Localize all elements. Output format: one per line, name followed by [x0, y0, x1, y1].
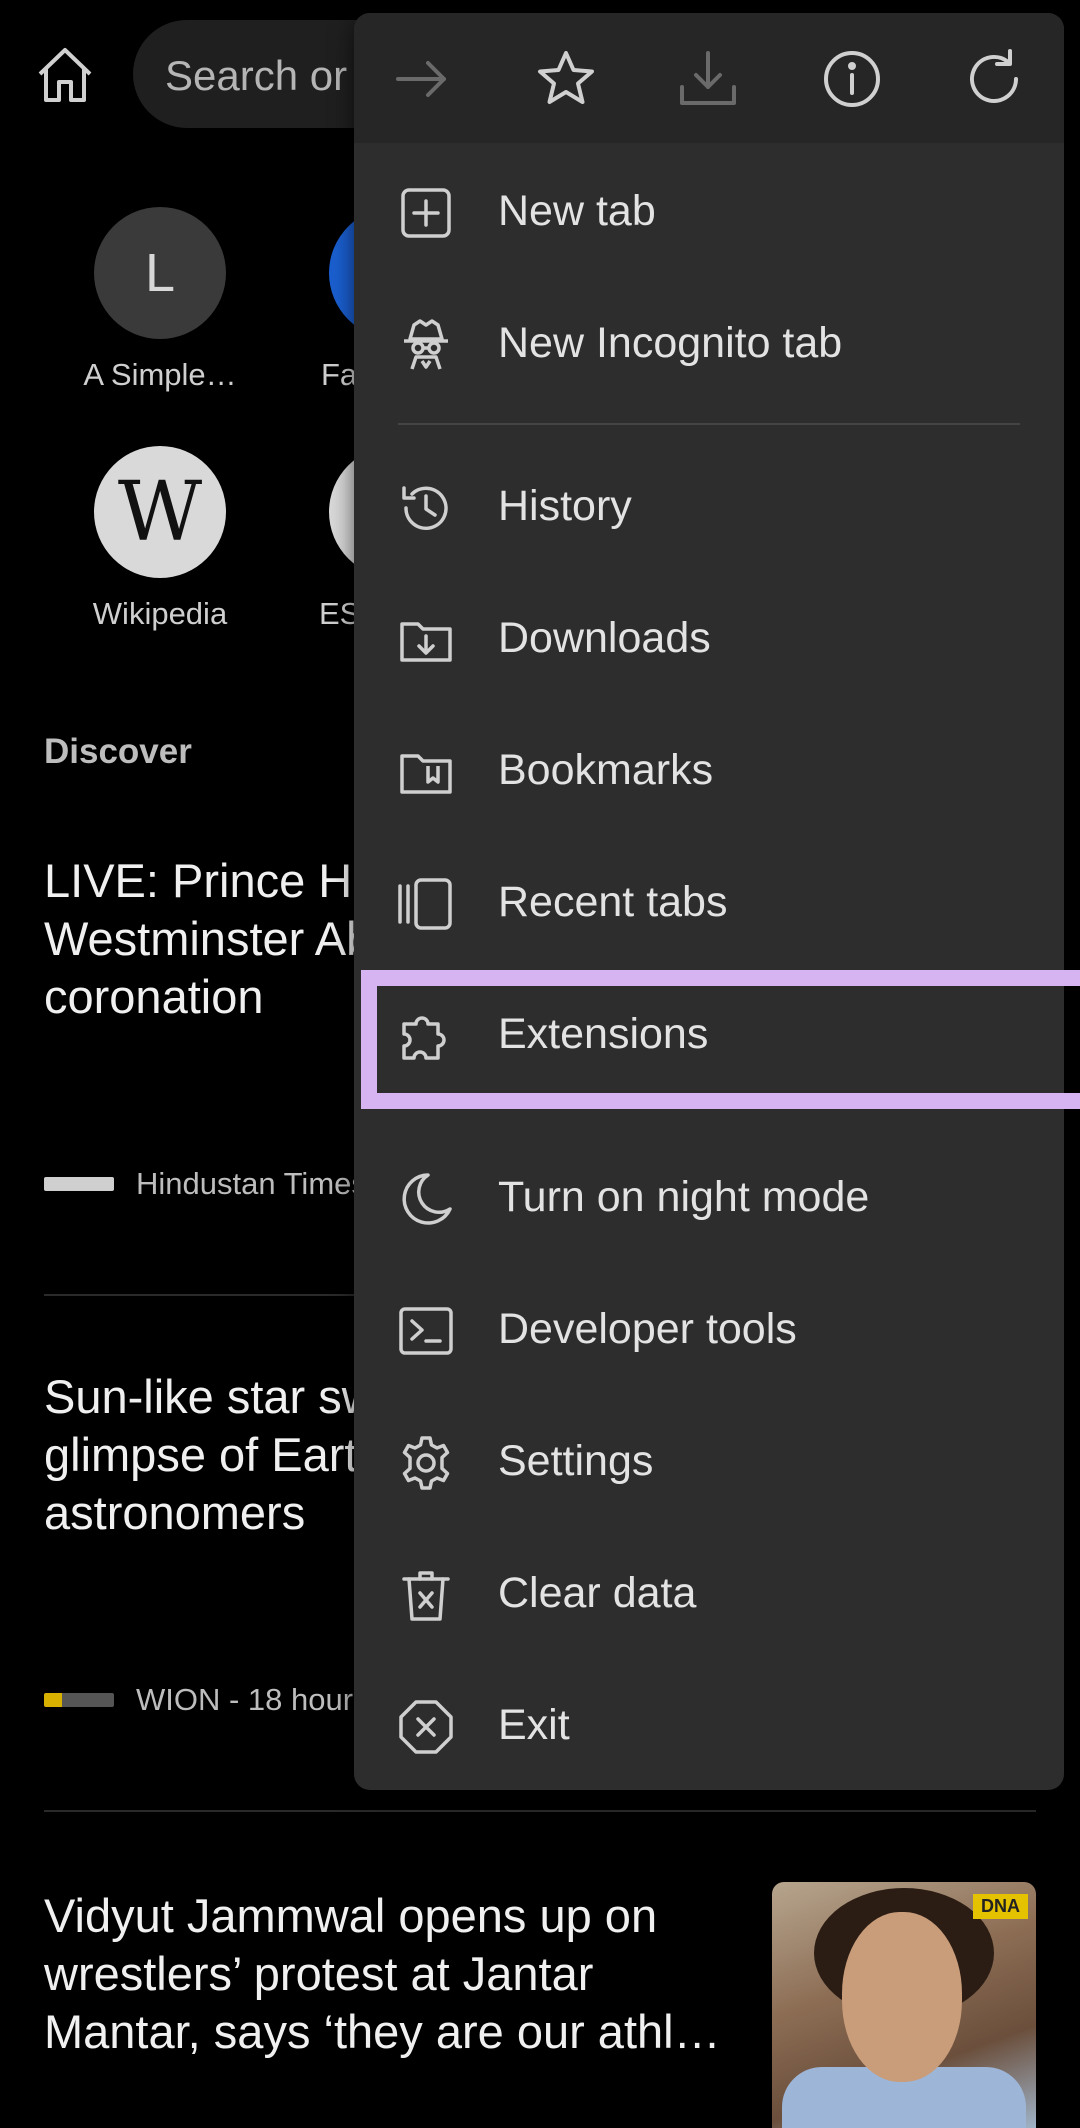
menu-item-settings[interactable]: Settings [354, 1397, 1064, 1529]
reload-icon[interactable] [962, 47, 1026, 111]
discover-heading: Discover [44, 732, 192, 771]
menu-item-label: Exit [498, 1701, 570, 1749]
moon-icon [398, 1171, 454, 1227]
menu-separator [398, 423, 1020, 425]
article-divider [44, 1810, 1036, 1812]
menu-item-label: Developer tools [498, 1305, 797, 1353]
menu-item-developer-tools[interactable]: Developer tools [354, 1265, 1064, 1397]
home-icon[interactable] [32, 42, 98, 108]
article-headline[interactable]: Vidyut Jammwal opens up on wrestlers’ pr… [44, 1887, 754, 2061]
menu-item-history[interactable]: History [354, 442, 1064, 574]
recent-tabs-icon [398, 876, 454, 932]
exit-icon [398, 1699, 454, 1755]
trash-icon [398, 1567, 454, 1623]
downloads-folder-icon [398, 612, 454, 668]
menu-item-new-tab[interactable]: New tab [354, 147, 1064, 279]
menu-item-downloads[interactable]: Downloads [354, 574, 1064, 706]
shortcut-label: A Simple… [83, 357, 237, 392]
menu-item-label: Downloads [498, 614, 711, 662]
thumbnail-badge: DNA [973, 1894, 1028, 1919]
article-source: Hindustan Times [44, 1166, 367, 1202]
history-icon [398, 480, 454, 536]
gear-icon [398, 1435, 454, 1491]
menu-item-recent-tabs[interactable]: Recent tabs [354, 838, 1064, 970]
menu-item-label: Clear data [498, 1569, 697, 1617]
menu-item-bookmarks[interactable]: Bookmarks [354, 706, 1064, 838]
plus-box-icon [398, 185, 454, 241]
menu-item-label: New Incognito tab [498, 319, 843, 367]
download-page-icon[interactable] [676, 47, 740, 111]
source-name: Hindustan Times [136, 1166, 367, 1201]
menu-item-label: Settings [498, 1437, 654, 1485]
article-thumbnail[interactable]: DNA [772, 1882, 1036, 2128]
extensions-highlight-box [361, 970, 1080, 1109]
menu-item-label: Recent tabs [498, 878, 728, 926]
menu-toolbar [354, 13, 1064, 143]
shortcut-wikipedia[interactable]: W Wikipedia [60, 446, 260, 632]
menu-item-label: Turn on night mode [498, 1173, 870, 1221]
page-info-icon[interactable] [820, 47, 884, 111]
menu-item-exit[interactable]: Exit [354, 1661, 1064, 1793]
shortcut-a-simple[interactable]: L A Simple… [60, 207, 260, 393]
menu-item-label: History [498, 482, 632, 530]
source-logo-icon [44, 1177, 114, 1191]
terminal-icon [398, 1303, 454, 1359]
incognito-icon [398, 317, 454, 373]
shortcut-letter-icon: L [94, 207, 226, 339]
menu-item-clear-data[interactable]: Clear data [354, 1529, 1064, 1661]
shortcut-label: Wikipedia [92, 596, 228, 631]
menu-item-new-incognito-tab[interactable]: New Incognito tab [354, 279, 1064, 411]
source-logo-icon [44, 1693, 114, 1707]
forward-icon[interactable] [390, 47, 454, 111]
overflow-menu: New tab New Incognito tab History Downlo… [354, 13, 1064, 1790]
bookmarks-icon [398, 744, 454, 800]
wikipedia-logo-icon: W [94, 446, 226, 578]
bookmark-star-icon[interactable] [534, 47, 598, 111]
menu-item-label: Bookmarks [498, 746, 714, 794]
menu-item-night-mode[interactable]: Turn on night mode [354, 1133, 1064, 1265]
menu-item-label: New tab [498, 187, 656, 235]
